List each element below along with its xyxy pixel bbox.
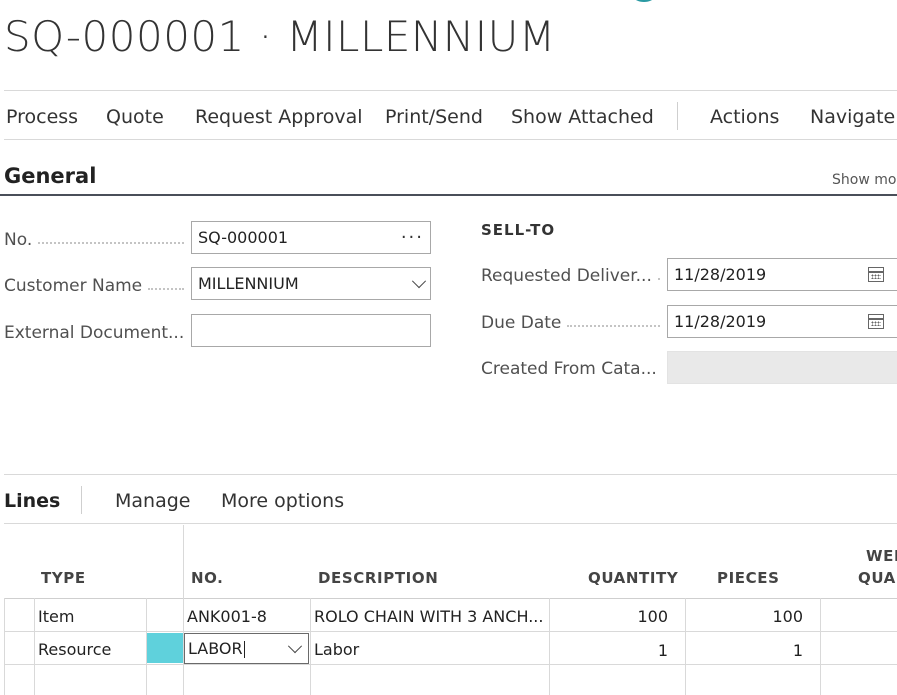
column-header-weight-line2[interactable]: QUAN bbox=[858, 569, 897, 587]
customer-name-label: Customer Name bbox=[4, 275, 190, 297]
row-2-type[interactable]: Resource bbox=[38, 640, 111, 659]
customer-name-value: MILLENNIUM bbox=[198, 274, 299, 293]
due-date-field[interactable]: 11/28/2019 bbox=[667, 305, 897, 338]
calendar-icon[interactable] bbox=[868, 314, 884, 329]
frozen-column-divider bbox=[183, 525, 184, 598]
external-document-label: External Document... bbox=[4, 323, 185, 343]
row-1-description[interactable]: ROLO CHAIN WITH 3 ANCH... bbox=[314, 607, 546, 626]
menu-request-approval[interactable]: Request Approval bbox=[195, 106, 363, 128]
grid-col-line bbox=[310, 598, 311, 695]
row-2-quantity[interactable]: 1 bbox=[552, 641, 668, 660]
row-2-no-editor[interactable]: LABOR bbox=[184, 633, 309, 664]
row-1-quantity[interactable]: 100 bbox=[552, 607, 668, 626]
action-bar-separator bbox=[677, 102, 678, 130]
menu-actions[interactable]: Actions bbox=[710, 106, 779, 128]
due-date-value: 11/28/2019 bbox=[674, 312, 767, 331]
lines-manage-menu[interactable]: Manage bbox=[115, 490, 190, 512]
row-2-pieces[interactable]: 1 bbox=[688, 641, 803, 660]
requested-delivery-label: Requested Deliver... bbox=[481, 265, 666, 287]
created-from-catalog-field bbox=[667, 351, 897, 384]
grid-col-line bbox=[34, 598, 35, 695]
lines-heading[interactable]: Lines bbox=[4, 490, 60, 512]
brand-mark bbox=[634, 0, 654, 2]
requested-delivery-value: 11/28/2019 bbox=[674, 265, 767, 284]
customer-name-field[interactable]: MILLENNIUM bbox=[191, 267, 431, 300]
requested-delivery-field[interactable]: 11/28/2019 bbox=[667, 258, 897, 291]
column-header-quantity[interactable]: QUANTITY bbox=[588, 569, 678, 587]
row-1-type[interactable]: Item bbox=[38, 607, 74, 626]
row-1-pieces[interactable]: 100 bbox=[688, 607, 803, 626]
no-field[interactable]: SQ-000001 ··· bbox=[191, 221, 431, 254]
due-date-label: Due Date bbox=[481, 312, 666, 334]
row-2-no: LABOR bbox=[188, 639, 243, 658]
lines-menu-separator bbox=[81, 486, 82, 514]
grid-col-line bbox=[685, 598, 686, 695]
grid-col-line bbox=[549, 598, 550, 695]
action-bar-top-divider bbox=[4, 90, 897, 91]
show-more-link[interactable]: Show mor bbox=[832, 172, 897, 188]
lines-bottom-divider bbox=[4, 523, 897, 524]
chevron-down-icon[interactable] bbox=[287, 638, 303, 653]
action-bar-bottom-divider bbox=[4, 139, 897, 140]
menu-print-send[interactable]: Print/Send bbox=[385, 106, 483, 128]
no-value: SQ-000001 bbox=[198, 228, 289, 247]
lines-top-divider bbox=[4, 474, 897, 475]
calendar-icon[interactable] bbox=[868, 267, 884, 282]
menu-navigate[interactable]: Navigate bbox=[810, 106, 895, 128]
menu-quote[interactable]: Quote bbox=[106, 106, 164, 128]
no-label: No. bbox=[4, 229, 190, 251]
grid-row-line-2 bbox=[4, 664, 897, 665]
grid-col-line bbox=[4, 598, 5, 695]
chevron-down-icon[interactable] bbox=[411, 273, 427, 288]
sell-to-heading: SELL-TO bbox=[481, 221, 556, 239]
column-header-type[interactable]: TYPE bbox=[41, 569, 86, 587]
row-selection-indicator[interactable] bbox=[147, 633, 183, 663]
menu-show-attached[interactable]: Show Attached bbox=[511, 106, 654, 128]
menu-process[interactable]: Process bbox=[6, 106, 78, 128]
grid-row-line-1 bbox=[4, 631, 897, 632]
external-document-field[interactable] bbox=[191, 314, 431, 347]
created-from-catalog-label: Created From Cata... bbox=[481, 359, 657, 379]
lines-more-options-menu[interactable]: More options bbox=[221, 490, 344, 512]
row-1-no[interactable]: ANK001-8 bbox=[187, 607, 307, 626]
general-heading[interactable]: General bbox=[4, 164, 96, 188]
column-header-weight-line1[interactable]: WEI bbox=[866, 547, 897, 565]
grid-header-bottom-line bbox=[4, 598, 897, 599]
text-caret bbox=[243, 641, 245, 658]
ellipsis-icon[interactable]: ··· bbox=[401, 227, 424, 248]
column-header-pieces[interactable]: PIECES bbox=[717, 569, 779, 587]
row-2-description[interactable]: Labor bbox=[314, 640, 546, 659]
grid-col-line bbox=[820, 598, 821, 695]
column-header-no[interactable]: NO. bbox=[191, 569, 223, 587]
page-title: SQ-000001 · MILLENNIUM bbox=[4, 12, 556, 61]
general-heading-rule bbox=[0, 194, 897, 196]
column-header-description[interactable]: DESCRIPTION bbox=[318, 569, 438, 587]
